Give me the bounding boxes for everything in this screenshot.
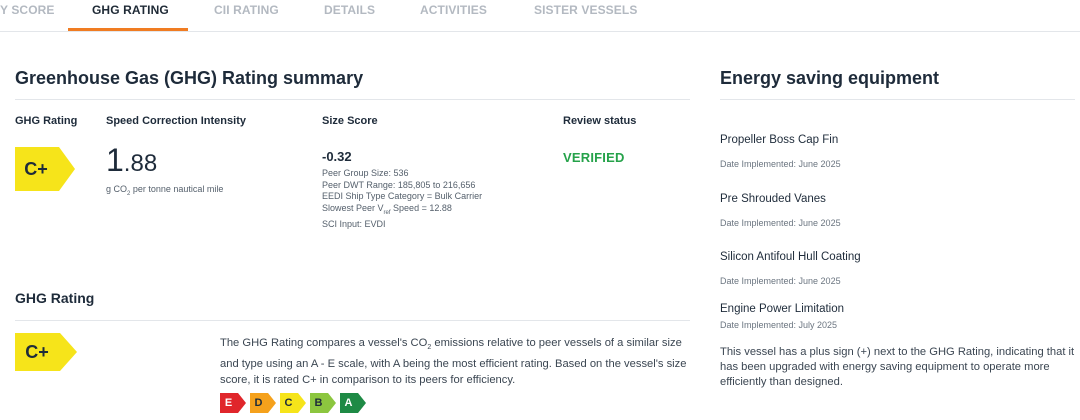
scale-letter: A [344, 397, 353, 409]
equipment-item-name: Pre Shrouded Vanes [720, 193, 826, 205]
scale-item-b: B [310, 393, 336, 413]
equipment-divider [720, 99, 1075, 100]
peer-group-size: Peer Group Size: 536 [322, 168, 409, 178]
tab-details[interactable]: DETAILS [324, 3, 375, 32]
ghg-section-badge: C+ [15, 333, 77, 371]
sci-input: SCI Input: EVDI [322, 218, 386, 229]
equipment-item-date: Date Implemented: June 2025 [720, 159, 841, 169]
equipment-title: Energy saving equipment [720, 68, 940, 88]
equipment-item-name: Engine Power Limitation [720, 303, 845, 315]
summary-title: Greenhouse Gas (GHG) Rating summary [15, 68, 364, 88]
tab-y-score[interactable]: Y SCORE [0, 3, 55, 32]
equipment-note: This vessel has a plus sign (+) next to … [720, 346, 1075, 388]
ghg-rating-value: C+ [24, 158, 48, 179]
review-status-value: VERIFIED [563, 150, 625, 165]
col-header-sci: Speed Correction Intensity [106, 115, 246, 127]
equipment-item-date: Date Implemented: July 2025 [720, 320, 838, 330]
scale-item-e: E [220, 393, 246, 413]
tab-bar: Y SCORE GHG RATING CII RATING DETAILS AC… [0, 0, 1080, 32]
size-score-details: Peer Group Size: 536 Peer DWT Range: 185… [322, 168, 482, 230]
active-tab-indicator [68, 28, 188, 31]
ghg-description: The GHG Rating compares a vessel's CO2 e… [220, 337, 687, 387]
summary-divider [15, 99, 690, 100]
equipment-item-name: Propeller Boss Cap Fin [720, 134, 839, 146]
scale-letter: E [224, 397, 233, 409]
slowest-peer-speed: Slowest Peer Vref Speed = 12.88 [322, 202, 452, 216]
scale-letter: C [284, 397, 293, 409]
sci-unit: g CO2 per tonne nautical mile [106, 184, 224, 197]
scale-letter: B [314, 397, 323, 409]
ghg-section-rating-value: C+ [25, 341, 49, 362]
ghg-section-divider [15, 320, 690, 321]
tab-activities[interactable]: ACTIVITIES [420, 3, 487, 32]
ghg-section-title: GHG Rating [15, 290, 95, 306]
tab-sister-vessels[interactable]: SISTER VESSELS [534, 3, 637, 32]
scale-item-a: A [340, 393, 366, 413]
col-header-ghg-rating: GHG Rating [15, 115, 78, 127]
peer-dwt-range: Peer DWT Range: 185,805 to 216,656 [322, 179, 476, 190]
equipment-item-date: Date Implemented: June 2025 [720, 218, 841, 228]
size-score-value: -0.32 [322, 149, 352, 164]
sci-value: 1.88 [106, 142, 158, 178]
equipment-item-date: Date Implemented: June 2025 [720, 276, 841, 286]
col-header-review-status: Review status [563, 115, 637, 127]
ghg-rating-badge: C+ [15, 147, 75, 191]
tab-cii-rating[interactable]: CII RATING [214, 3, 279, 32]
equipment-item-name: Silicon Antifoul Hull Coating [720, 251, 861, 263]
eedi-category: EEDI Ship Type Category = Bulk Carrier [322, 191, 483, 201]
col-header-size-score: Size Score [322, 115, 378, 127]
scale-item-d: D [250, 393, 276, 413]
scale-letter: D [254, 397, 263, 409]
scale-item-c: C [280, 393, 306, 413]
